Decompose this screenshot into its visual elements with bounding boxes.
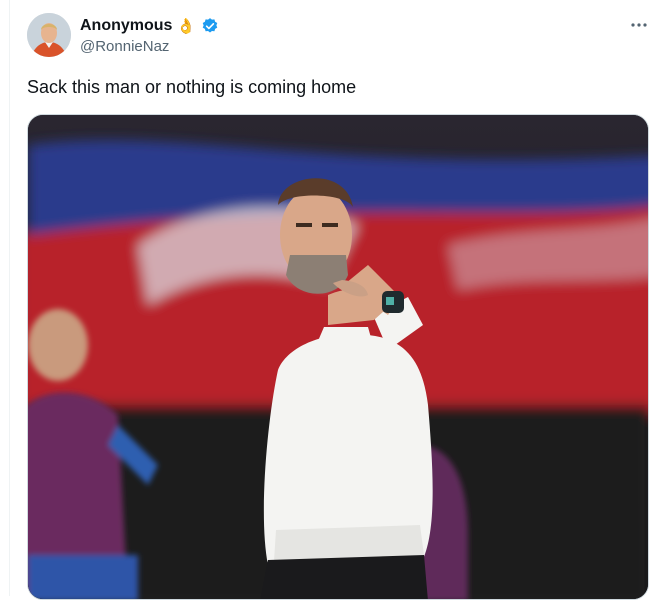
ok-hand-emoji: 👌 xyxy=(176,17,196,35)
verified-badge-icon xyxy=(201,17,219,35)
timeline-divider xyxy=(9,0,10,596)
tweet-card[interactable]: Anonymous 👌 @RonnieNaz Sack this man or … xyxy=(0,0,655,600)
author-handle[interactable]: @RonnieNaz xyxy=(80,37,169,57)
tweet-photo[interactable] xyxy=(27,114,649,600)
display-name[interactable]: Anonymous xyxy=(80,15,172,37)
avatar[interactable] xyxy=(27,13,71,57)
tweet-text: Sack this man or nothing is coming home xyxy=(27,77,357,97)
more-horizontal-icon[interactable] xyxy=(624,14,654,36)
author-name-row: Anonymous 👌 xyxy=(80,15,219,37)
